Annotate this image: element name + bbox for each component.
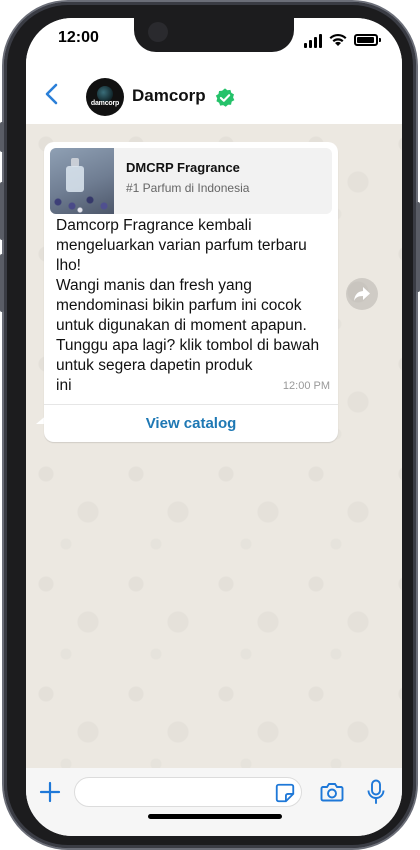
status-time: 12:00	[58, 29, 99, 46]
phone-frame: 12:00 damcorp Damcorp DMCRP Fragrance #1…	[0, 2, 420, 848]
message-input[interactable]	[74, 777, 302, 807]
camera-icon[interactable]	[320, 781, 344, 803]
microphone-icon[interactable]	[366, 779, 386, 805]
notch	[134, 18, 294, 52]
product-preview[interactable]: DMCRP Fragrance #1 Parfum di Indonesia	[50, 148, 332, 214]
chevron-left-icon[interactable]	[40, 82, 64, 106]
home-indicator	[148, 814, 282, 819]
forward-icon	[354, 287, 370, 301]
chat-header: damcorp Damcorp	[26, 64, 402, 124]
product-title: DMCRP Fragrance	[126, 160, 240, 175]
wifi-icon	[329, 33, 347, 46]
volume-up-button	[0, 182, 4, 240]
product-thumbnail	[50, 148, 114, 214]
battery-icon	[354, 34, 381, 46]
sticker-icon[interactable]	[274, 782, 296, 804]
front-camera	[148, 22, 168, 42]
volume-down-button	[0, 254, 4, 312]
avatar-logo-text: damcorp	[90, 99, 120, 107]
view-catalog-button[interactable]: View catalog	[44, 405, 338, 442]
contact-name[interactable]: Damcorp	[132, 86, 206, 106]
avatar[interactable]: damcorp	[86, 78, 124, 116]
chat-area[interactable]: DMCRP Fragrance #1 Parfum di Indonesia D…	[26, 124, 402, 768]
message-bubble[interactable]: DMCRP Fragrance #1 Parfum di Indonesia D…	[44, 142, 338, 442]
mute-switch	[0, 122, 4, 152]
input-bar	[26, 768, 402, 836]
status-bar: 12:00	[26, 18, 402, 64]
screen: 12:00 damcorp Damcorp DMCRP Fragrance #1…	[26, 18, 402, 836]
plus-icon[interactable]	[38, 780, 62, 804]
forward-button[interactable]	[346, 278, 378, 310]
power-button	[416, 202, 420, 292]
message-timestamp: 12:00 PM	[282, 380, 330, 392]
verified-badge-icon	[215, 88, 235, 107]
signal-icon	[304, 34, 324, 48]
message-text: Damcorp Fragrance kembali mengeluarkan v…	[56, 217, 320, 394]
product-subtitle: #1 Parfum di Indonesia	[126, 181, 250, 195]
